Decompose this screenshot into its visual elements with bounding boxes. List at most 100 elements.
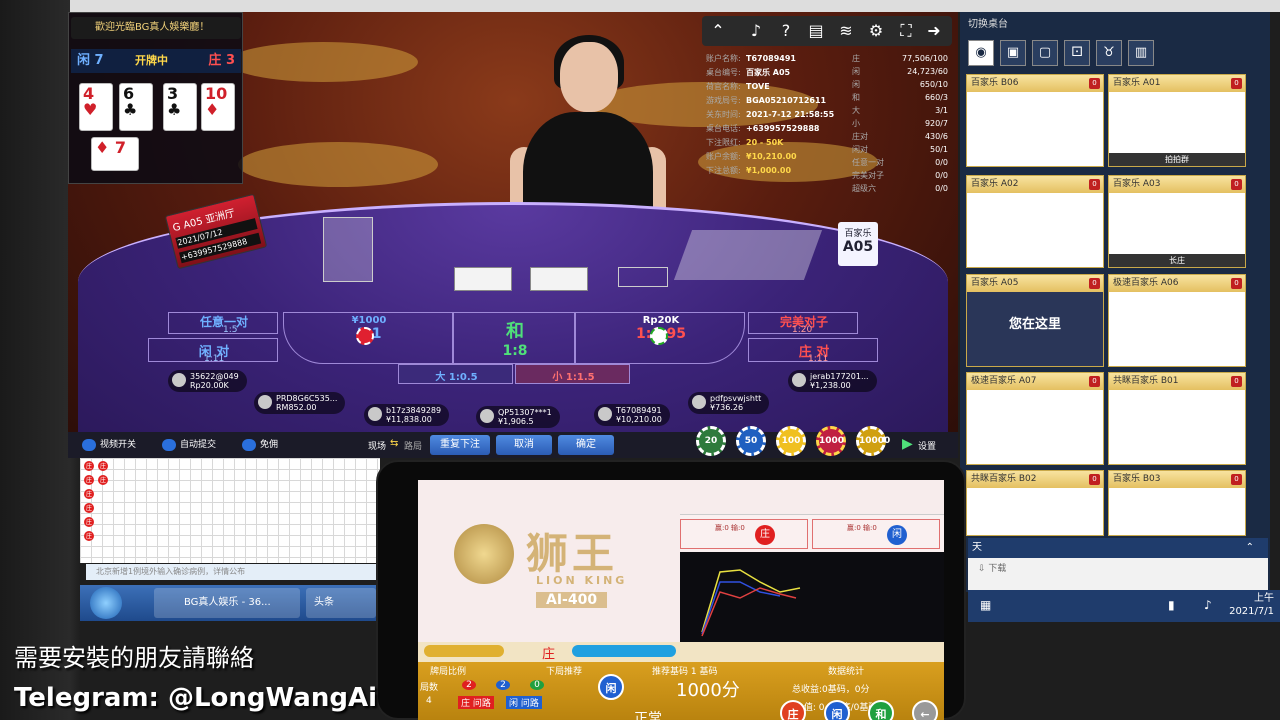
user-icon	[598, 407, 612, 421]
user-icon	[172, 373, 186, 387]
auto-submit-toggle[interactable]: 自动提交	[162, 438, 216, 452]
tile-name: 百家乐 A02	[967, 176, 1103, 193]
player-input-button[interactable]: 闲	[824, 700, 850, 720]
card-shoe	[673, 230, 823, 280]
chip-10000[interactable]: 10000	[856, 426, 890, 456]
stats-header: 数据统计	[828, 667, 865, 677]
table-switcher-panel: 切换桌台 ◉ ▣ ▢ ⚀ ♉ ▥ 百家乐 B06 0 百家乐 A01 0 拍拍群…	[960, 12, 1270, 592]
chevron-up-icon[interactable]: ⌃	[1246, 538, 1254, 558]
tie-label: 和	[506, 321, 524, 342]
chip-1000[interactable]: 1000	[816, 426, 846, 456]
table-tile-a07[interactable]: 极速百家乐 A07 0	[966, 372, 1104, 465]
system-tray: ▦ ▮ ♪ 上午 2021/7/1	[968, 590, 1280, 622]
table-tile-b01[interactable]: 共眯百家乐 B01 0	[1108, 372, 1246, 465]
network-icon[interactable]: ▦	[980, 598, 991, 612]
table-tile-a05-current[interactable]: 百家乐 A05 0 您在这里	[966, 274, 1104, 367]
tile-badge: 0	[1231, 179, 1242, 190]
card-2: 6 ♣	[119, 83, 153, 131]
banker-ask-road[interactable]: 庄 问路	[458, 696, 494, 709]
road-slider-2[interactable]	[572, 645, 676, 657]
road-dot-banker: 庄	[98, 475, 108, 485]
banker-input-button[interactable]: 庄	[780, 700, 806, 720]
cancel-button[interactable]: 取消	[496, 435, 552, 455]
live-label[interactable]: 现场	[368, 439, 386, 452]
player-ask-road[interactable]: 闲 问路	[506, 696, 542, 709]
table-tile-b06[interactable]: 百家乐 B06 0	[966, 74, 1104, 167]
seat-balance: ¥10,210.00	[616, 415, 662, 424]
browser-tabs-bar	[70, 0, 1280, 12]
next-arrow-icon[interactable]: ▶	[902, 436, 913, 452]
tab-baccarat-icon[interactable]: ▣	[1000, 40, 1026, 66]
player-score: 闲 7	[77, 53, 104, 68]
total-profit: 总收益:0基码，0分	[792, 685, 870, 695]
tab-roulette-icon[interactable]: ▢	[1032, 40, 1058, 66]
fullscreen-icon[interactable]: ⛶	[896, 21, 916, 41]
volume-icon[interactable]: ♪	[746, 21, 766, 41]
taskbar-game-window[interactable]: BG真人娱乐 - 36...	[154, 588, 300, 618]
table-tile-a03[interactable]: 百家乐 A03 0 长庄	[1108, 175, 1246, 268]
logo-title: 狮王	[526, 529, 619, 578]
help-icon[interactable]: ?	[776, 21, 796, 41]
rounds-label: 局数	[420, 683, 439, 693]
video-toggle[interactable]: 视频开关	[82, 438, 136, 452]
bet-tie[interactable]: 和 1:8	[453, 312, 575, 364]
tile-name: 极速百家乐 A06	[1109, 275, 1245, 292]
road-dot-banker: 庄	[84, 461, 94, 471]
table-tile-b03[interactable]: 百家乐 B03 0	[1108, 470, 1246, 536]
confirm-button[interactable]: 确定	[558, 435, 614, 455]
repeat-bet-button[interactable]: 重复下注	[430, 435, 490, 455]
tab-all-icon[interactable]: ◉	[968, 40, 994, 66]
swap-icon[interactable]: ⇆	[390, 438, 398, 449]
no-commission-toggle[interactable]: 免佣	[242, 438, 278, 452]
tray-clock[interactable]: 上午 2021/7/1	[1229, 592, 1274, 618]
seat-6: pdfpsvwjshtt ¥736.26	[688, 392, 770, 414]
download-label[interactable]: 下载	[988, 564, 1006, 574]
tie-input-button[interactable]: 和	[868, 700, 894, 720]
history-icon[interactable]: ▤	[806, 21, 826, 41]
tile-badge: 0	[1089, 474, 1100, 485]
signal-icon[interactable]: ≋	[836, 21, 856, 41]
tile-badge: 0	[1231, 78, 1242, 89]
gear-icon[interactable]: ⚙	[866, 21, 886, 41]
road-label[interactable]: 路局	[404, 439, 422, 452]
road-dot-banker: 庄	[84, 503, 94, 513]
mid-banker-label: 庄	[542, 647, 556, 662]
user-icon	[792, 373, 806, 387]
tile-name: 百家乐 A03	[1109, 176, 1245, 193]
chip-100[interactable]: 100	[776, 426, 806, 456]
clock-date: 2021/7/1	[1229, 606, 1274, 617]
seat-3: b17z3849289 ¥11,838.00	[364, 404, 450, 426]
chip-50[interactable]: 50	[736, 426, 766, 456]
back-icon[interactable]: ←	[912, 700, 938, 720]
volume-tray-icon[interactable]: ♪	[1204, 598, 1212, 612]
tile-badge: 0	[1089, 278, 1100, 289]
tab-dragon-tiger-icon[interactable]: ♉	[1096, 40, 1122, 66]
banker-cards-on-table	[530, 267, 588, 291]
ai-predictor-app: 狮王 LION KING AI-400 赢:0 输:0 庄 赢:0 输:0 闲	[418, 480, 944, 720]
table-tile-a06[interactable]: 极速百家乐 A06 0	[1108, 274, 1246, 367]
chip-20[interactable]: 20	[696, 426, 726, 456]
table-tile-b02[interactable]: 共眯百家乐 B02 0	[966, 470, 1104, 536]
bet-small[interactable]: 小 1:1.5	[515, 364, 630, 384]
table-tile-a02[interactable]: 百家乐 A02 0	[966, 175, 1104, 268]
bet-big[interactable]: 大 1:0.5	[398, 364, 513, 384]
user-icon	[258, 395, 272, 409]
tie-odds: 1:8	[502, 343, 528, 359]
tab-cards-icon[interactable]: ▥	[1128, 40, 1154, 66]
small-label: 小 1:1.5	[552, 372, 595, 383]
tab-dice-icon[interactable]: ⚀	[1064, 40, 1090, 66]
taskbar-news-window[interactable]: 头条	[306, 588, 376, 618]
banker-marker: 庄	[755, 525, 775, 545]
settings-link[interactable]: 设置	[918, 439, 936, 452]
tile-name: 共眯百家乐 B01	[1109, 373, 1245, 390]
download-icon[interactable]: ⇩	[978, 564, 986, 574]
windows-start-icon[interactable]	[90, 587, 122, 619]
card-4: 10 ♦	[201, 83, 235, 131]
collapse-icon[interactable]: ⌃	[708, 21, 728, 41]
wifi-icon[interactable]: ▮	[1168, 598, 1175, 612]
table-tile-a01[interactable]: 百家乐 A01 0 拍拍群	[1108, 74, 1246, 167]
card-5: ♦ 7	[91, 137, 139, 171]
seat-7: jerab177201... ¥1,238.00	[788, 370, 877, 392]
road-slider[interactable]	[424, 645, 504, 657]
exit-icon[interactable]: ➜	[924, 21, 944, 41]
